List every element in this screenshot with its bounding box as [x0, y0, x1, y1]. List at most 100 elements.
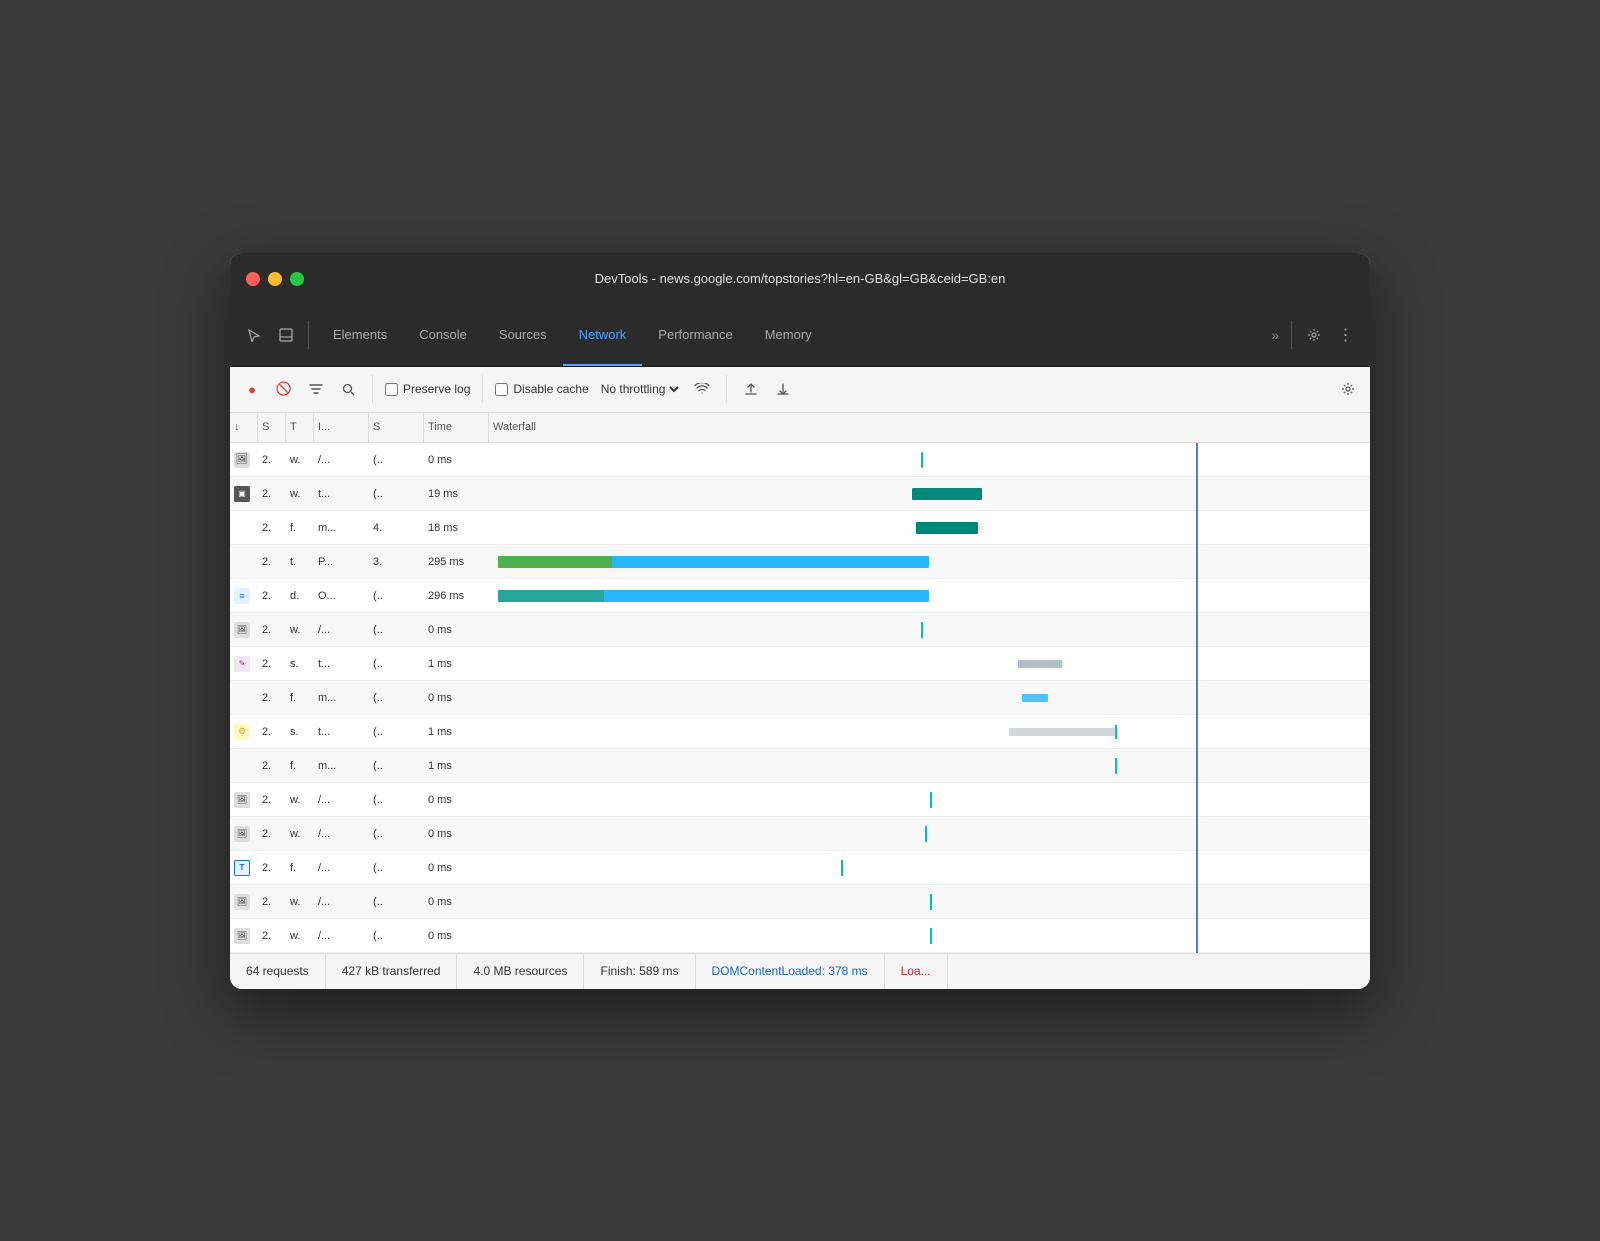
row-type: f. [286, 681, 314, 715]
table-row[interactable]: 2. t. P... 3. 295 ms [230, 545, 1370, 579]
table-row[interactable]: ▣ 2. w. t... (.. 19 ms [230, 477, 1370, 511]
clear-button[interactable]: 🚫 [272, 377, 296, 401]
toolbar-right: » ⋮ [1267, 321, 1360, 349]
tab-network[interactable]: Network [563, 304, 643, 366]
more-tabs-button[interactable]: » [1267, 327, 1283, 343]
row-size: (.. [369, 647, 424, 681]
table-row[interactable]: 🖼 2. w. /... (.. 0 ms [230, 613, 1370, 647]
table-row[interactable]: 🖼 2. w. /... (.. 0 ms [230, 885, 1370, 919]
search-icon[interactable] [336, 377, 360, 401]
row-type: w. [286, 783, 314, 817]
table-row[interactable]: 2. f. m... (.. 0 ms [230, 681, 1370, 715]
filter-icon[interactable] [304, 377, 328, 401]
row-size: (.. [369, 443, 424, 477]
row-size: (.. [369, 783, 424, 817]
download-icon[interactable] [771, 377, 795, 401]
status-bar: 64 requests 427 kB transferred 4.0 MB re… [230, 953, 1370, 989]
row-icon [230, 545, 258, 579]
row-waterfall [489, 817, 1370, 851]
settings-gear-icon[interactable] [1336, 377, 1360, 401]
row-name: t... [314, 715, 369, 749]
row-waterfall [489, 613, 1370, 647]
network-table: ↓ S T I... S Time Waterfall 🖼 2. w. /...… [230, 413, 1370, 953]
tab-performance[interactable]: Performance [642, 304, 748, 366]
row-type: f. [286, 749, 314, 783]
row-icon: ▣ [230, 477, 258, 511]
row-time: 18 ms [424, 511, 489, 545]
row-type: w. [286, 477, 314, 511]
row-waterfall [489, 851, 1370, 885]
row-time: 0 ms [424, 851, 489, 885]
row-icon: ≡ [230, 579, 258, 613]
requests-count: 64 requests [246, 954, 326, 989]
col-header-indicator: ↓ [230, 413, 258, 442]
table-row[interactable]: ✎ 2. s. t... (.. 1 ms [230, 647, 1370, 681]
row-icon [230, 681, 258, 715]
wifi-icon[interactable] [690, 377, 714, 401]
row-type: w. [286, 613, 314, 647]
upload-icon[interactable] [739, 377, 763, 401]
col-header-waterfall[interactable]: Waterfall [489, 413, 1370, 442]
row-waterfall [489, 681, 1370, 715]
table-row[interactable]: 🖼 2. w. /... (.. 0 ms [230, 817, 1370, 851]
cursor-icon[interactable] [240, 321, 268, 349]
col-header-name[interactable]: I... [314, 413, 369, 442]
close-button[interactable] [246, 272, 260, 286]
dom-content-loaded-time: DOMContentLoaded: 378 ms [696, 954, 885, 989]
row-name: m... [314, 749, 369, 783]
table-row[interactable]: 🖼 2. w. /... (.. 0 ms [230, 919, 1370, 953]
row-icon: 🖼 [230, 443, 258, 477]
subtoolbar-right [1336, 377, 1360, 401]
row-name: /... [314, 919, 369, 953]
col-header-time[interactable]: Time [424, 413, 489, 442]
resources-size: 4.0 MB resources [457, 954, 584, 989]
record-button[interactable]: ● [240, 377, 264, 401]
row-type: f. [286, 851, 314, 885]
table-row[interactable]: T 2. f. /... (.. 0 ms [230, 851, 1370, 885]
main-toolbar: Elements Console Sources Network Perform… [230, 305, 1370, 367]
table-row[interactable]: 🖼 2. w. /... (.. 0 ms [230, 443, 1370, 477]
throttle-select[interactable]: No throttling [597, 381, 682, 397]
minimize-button[interactable] [268, 272, 282, 286]
row-waterfall [489, 545, 1370, 579]
row-waterfall [489, 647, 1370, 681]
table-row[interactable]: 🖼 2. w. /... (.. 0 ms [230, 783, 1370, 817]
tab-sources[interactable]: Sources [483, 304, 563, 366]
row-size: (.. [369, 681, 424, 715]
more-options-icon[interactable]: ⋮ [1332, 321, 1360, 349]
row-icon [230, 749, 258, 783]
row-name: /... [314, 817, 369, 851]
row-time: 0 ms [424, 817, 489, 851]
tab-elements[interactable]: Elements [317, 304, 403, 366]
col-header-status[interactable]: S [258, 413, 286, 442]
row-name: t... [314, 647, 369, 681]
subtoolbar-sep-1 [372, 375, 373, 403]
maximize-button[interactable] [290, 272, 304, 286]
row-size: (.. [369, 613, 424, 647]
disable-cache-checkbox[interactable]: Disable cache [495, 382, 588, 396]
row-size: (.. [369, 851, 424, 885]
settings-icon[interactable] [1300, 321, 1328, 349]
dock-icon[interactable] [272, 321, 300, 349]
row-waterfall [489, 885, 1370, 919]
table-row[interactable]: ≡ 2. d. O... (.. 296 ms [230, 579, 1370, 613]
preserve-log-checkbox[interactable]: Preserve log [385, 382, 470, 396]
row-time: 19 ms [424, 477, 489, 511]
table-row[interactable]: ⚙ 2. s. t... (.. 1 ms [230, 715, 1370, 749]
row-status: 2. [258, 579, 286, 613]
window-title: DevTools - news.google.com/topstories?hl… [595, 271, 1006, 286]
table-row[interactable]: 2. f. m... 4. 18 ms [230, 511, 1370, 545]
table-row[interactable]: 2. f. m... (.. 1 ms [230, 749, 1370, 783]
row-time: 1 ms [424, 715, 489, 749]
row-name: O... [314, 579, 369, 613]
row-icon: 🖼 [230, 613, 258, 647]
row-name: m... [314, 511, 369, 545]
col-header-type[interactable]: T [286, 413, 314, 442]
row-icon: 🖼 [230, 817, 258, 851]
row-size: (.. [369, 919, 424, 953]
tab-console[interactable]: Console [403, 304, 483, 366]
load-time: Loa... [885, 954, 948, 989]
tab-memory[interactable]: Memory [749, 304, 828, 366]
finish-time: Finish: 589 ms [584, 954, 695, 989]
col-header-size[interactable]: S [369, 413, 424, 442]
